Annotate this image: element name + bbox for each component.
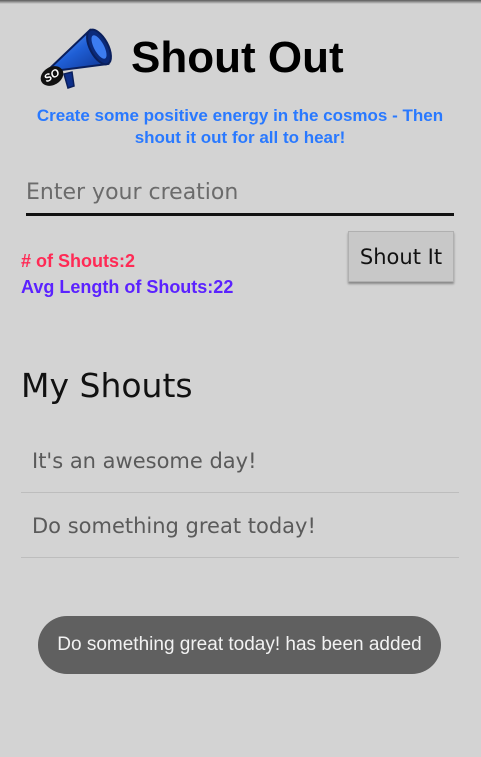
- creation-input[interactable]: [26, 172, 454, 216]
- avg-length-label: Avg Length of Shouts:22: [21, 277, 234, 297]
- status-bar-shadow: [0, 0, 481, 4]
- shout-it-button[interactable]: Shout It: [348, 231, 454, 282]
- list-item[interactable]: Do something great today!: [21, 493, 459, 558]
- megaphone-icon: SO: [40, 28, 112, 89]
- tagline: Create some positive energy in the cosmo…: [36, 106, 444, 147]
- list-item[interactable]: It's an awesome day!: [21, 428, 459, 493]
- toast-message: Do something great today! has been added: [38, 616, 441, 674]
- my-shouts-heading: My Shouts: [21, 366, 193, 405]
- app-title: Shout Out: [131, 33, 344, 82]
- shout-list: It's an awesome day! Do something great …: [21, 428, 459, 558]
- shout-count-label: # of Shouts:2: [21, 251, 136, 271]
